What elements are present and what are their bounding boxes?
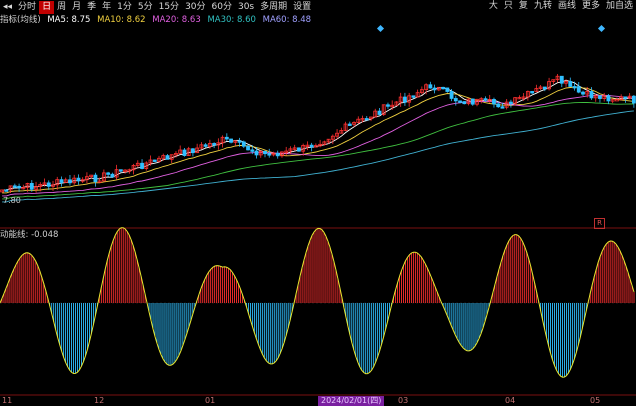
candle-body xyxy=(589,91,594,99)
candle-body xyxy=(118,169,123,172)
candle-body xyxy=(364,118,369,121)
date-label-5: 04 xyxy=(505,396,516,405)
date-axis: 11 12 01 2024/02/01(四) 03 04 05 xyxy=(0,396,636,406)
candle-body xyxy=(432,87,437,91)
candle-body xyxy=(12,185,17,188)
candle-body xyxy=(4,189,9,192)
candle-body xyxy=(377,110,382,115)
date-label-6: 05 xyxy=(590,396,601,405)
candle-body xyxy=(229,138,233,143)
candle-body xyxy=(263,150,267,155)
candle-body xyxy=(470,98,475,105)
candle-body xyxy=(254,150,259,156)
candle-body xyxy=(572,86,577,89)
ma-line-40 xyxy=(2,102,634,200)
candle-body xyxy=(191,148,195,154)
candle-body xyxy=(581,91,585,95)
candle-body xyxy=(623,96,628,99)
macd-line xyxy=(0,227,635,378)
candle-body xyxy=(347,123,352,126)
candle-body xyxy=(152,159,157,162)
candle-body xyxy=(496,103,501,108)
candle-body xyxy=(93,174,98,183)
candle-body xyxy=(59,179,64,183)
candle-body xyxy=(250,149,255,152)
date-label-1: 12 xyxy=(94,396,105,405)
candle-body xyxy=(110,173,115,178)
candle-body xyxy=(441,86,445,90)
candle-body xyxy=(140,162,144,169)
candle-body xyxy=(17,185,21,189)
candle-body xyxy=(275,152,280,157)
candle-body xyxy=(29,183,34,190)
candle-body xyxy=(76,177,81,182)
candle-body xyxy=(631,95,636,104)
candle-body xyxy=(224,136,229,140)
candle-body xyxy=(530,91,535,94)
candle-body xyxy=(606,95,611,102)
candle-body xyxy=(598,95,602,99)
macd-legend: 动能线: -0.048 xyxy=(0,229,58,241)
macd-label[interactable]: 动能线: -0.048 xyxy=(0,230,58,240)
candle-body xyxy=(267,153,272,156)
candle-body xyxy=(403,96,407,103)
candle-body xyxy=(182,149,187,156)
candle-body xyxy=(500,106,505,109)
candle-body xyxy=(297,147,301,152)
candle-body xyxy=(576,86,581,93)
date-label-2: 01 xyxy=(205,396,216,405)
candle-body xyxy=(241,141,246,147)
candle-body xyxy=(509,101,513,104)
candle-body xyxy=(453,98,458,102)
candle-body xyxy=(68,179,72,184)
candle-body xyxy=(492,99,496,105)
date-label-3: 2024/02/01(四) xyxy=(318,396,385,406)
candle-body xyxy=(445,87,450,92)
candle-body xyxy=(615,99,619,102)
candle-body xyxy=(46,182,51,187)
candle-body xyxy=(165,155,170,160)
candle-body xyxy=(568,81,573,87)
candle-body xyxy=(449,91,454,99)
candle-body xyxy=(309,144,314,148)
candlestick-chart[interactable] xyxy=(0,0,636,406)
low-price-label: 7.80 xyxy=(3,196,21,205)
candle-body xyxy=(246,145,250,151)
candle-body xyxy=(106,172,111,175)
candle-body xyxy=(411,95,416,98)
date-label-4: 03 xyxy=(398,396,409,405)
candle-body xyxy=(386,104,390,107)
candle-body xyxy=(212,143,217,146)
candle-body xyxy=(203,144,208,147)
candle-body xyxy=(458,100,462,103)
candle-body xyxy=(428,84,433,89)
date-label-0: 11 xyxy=(2,396,13,405)
candle-body xyxy=(542,86,547,90)
candle-body xyxy=(237,140,242,143)
corner-mark[interactable]: R xyxy=(594,218,605,229)
candle-body xyxy=(559,75,564,84)
candle-body xyxy=(483,98,488,101)
candle-body xyxy=(462,101,467,105)
